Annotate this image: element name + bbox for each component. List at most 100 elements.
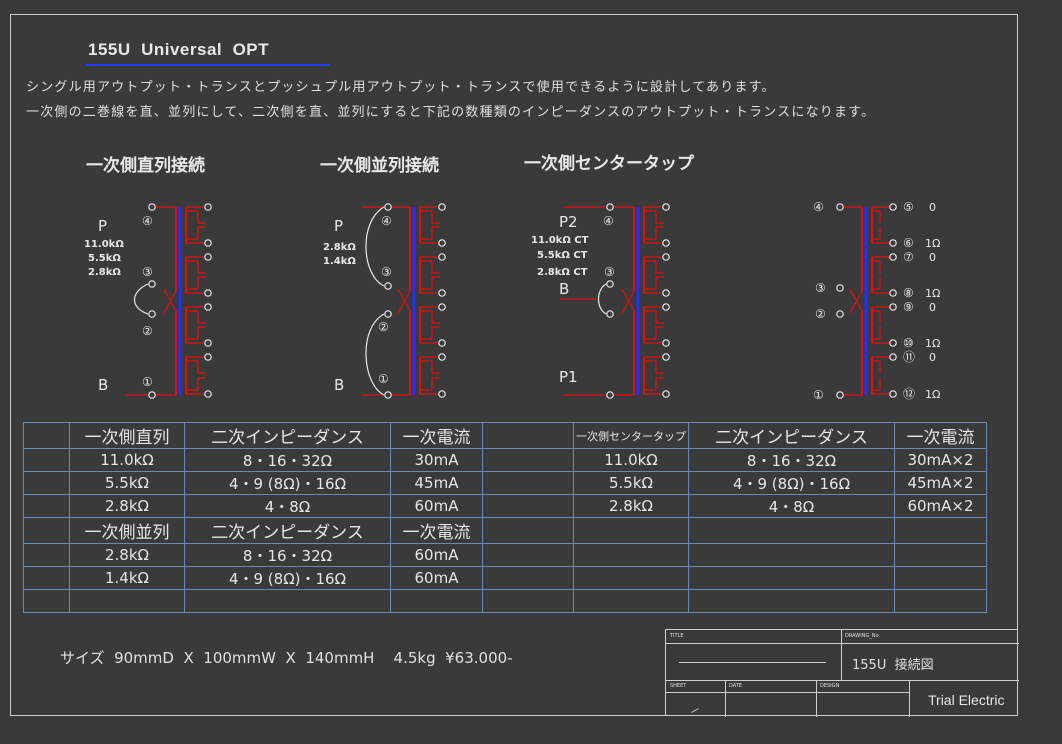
cell: 2.8kΩ xyxy=(573,494,689,518)
terminal xyxy=(438,253,446,261)
wire xyxy=(163,288,177,312)
parallel-pin-3: ③ xyxy=(381,265,392,279)
parallel-imp-1: 2.8kΩ xyxy=(323,242,356,253)
cell: 4・9 (8Ω)・16Ω xyxy=(688,471,895,495)
terminal xyxy=(606,203,614,211)
terminal xyxy=(204,203,212,211)
cell: 4・8Ω xyxy=(184,494,391,518)
cell: 60mA×2 xyxy=(894,494,987,518)
cell: 4・9 (8Ω)・16Ω xyxy=(184,566,391,590)
terminal xyxy=(204,303,212,311)
center-p2-label: P2 xyxy=(559,213,578,231)
wire xyxy=(621,290,635,314)
title-label: TITLE xyxy=(670,633,684,639)
wire xyxy=(163,290,177,314)
cell: 60mA xyxy=(390,494,483,518)
center-imp-2: 5.5kΩ CT xyxy=(537,250,588,261)
header-series: 一次側直列 xyxy=(69,422,185,449)
header-center-current: 一次電流 xyxy=(894,422,987,449)
wire xyxy=(849,288,863,312)
series-pin-3: ③ xyxy=(142,265,153,279)
pinout-right-value: 1Ω xyxy=(925,337,940,350)
cell: 60mA xyxy=(390,566,483,590)
series-pin-4: ④ xyxy=(142,214,153,228)
date-label: DATE xyxy=(729,683,743,689)
terminal xyxy=(889,239,897,247)
terminal xyxy=(662,239,670,247)
terminal xyxy=(606,391,614,399)
cell: 8・16・32Ω xyxy=(184,543,391,567)
series-pin-1: ① xyxy=(142,375,153,389)
pinout-right-value: 0 xyxy=(929,351,936,364)
series-p-label: P xyxy=(98,217,107,235)
wire xyxy=(397,288,411,312)
cell: 1.4kΩ xyxy=(69,566,185,590)
series-imp-2: 5.5kΩ xyxy=(88,253,121,264)
pinout-right-pin: ⑩ xyxy=(903,336,914,350)
header-parallel-secondary: 二次インピーダンス xyxy=(184,517,391,544)
terminal xyxy=(662,303,670,311)
drawing-no-label: DRAWING_No. xyxy=(845,633,881,639)
terminal xyxy=(204,289,212,297)
header-series-secondary: 二次インピーダンス xyxy=(184,422,391,449)
terminal xyxy=(606,280,614,288)
cell: 45mA xyxy=(390,471,483,495)
pinout-right-value: 0 xyxy=(929,301,936,314)
company-name: Trial Electric xyxy=(928,692,1005,708)
pinout-left-pin-3: ③ xyxy=(815,281,826,295)
cell: 30mA xyxy=(390,448,483,472)
pinout-diagram xyxy=(836,203,897,399)
terminal xyxy=(204,339,212,347)
terminal xyxy=(384,310,392,318)
size-spec: サイズ 90mmD X 100mmW X 140mmH 4.5kg ¥63.00… xyxy=(60,649,513,667)
terminal xyxy=(204,353,212,361)
cell: 60mA xyxy=(390,543,483,567)
pinout-right-value: 1Ω xyxy=(925,237,940,250)
terminal xyxy=(662,253,670,261)
center-imp-1: 11.0kΩ CT xyxy=(531,235,589,246)
terminal xyxy=(836,203,844,211)
terminal xyxy=(889,203,897,211)
title-block: TITLE DRAWING_No. 155U 接続図 SHEET DATE DE… xyxy=(665,629,1019,717)
cell: 4・9 (8Ω)・16Ω xyxy=(184,471,391,495)
terminal xyxy=(836,284,844,292)
cell: 8・16・32Ω xyxy=(688,448,895,472)
wiring-diagrams: P 11.0kΩ 5.5kΩ 2.8kΩ ④ ③ ② ① B P 2.8kΩ 1… xyxy=(84,200,940,402)
cell: 8・16・32Ω xyxy=(184,448,391,472)
sheet-label: SHEET xyxy=(670,683,687,689)
table-row xyxy=(23,589,987,613)
table-row: 一次側直列 二次インピーダンス 一次電流 一次側センタータップ 二次インピーダン… xyxy=(23,422,987,449)
terminal xyxy=(836,391,844,399)
terminal xyxy=(384,391,392,399)
header-center-tap: 一次側センタータップ xyxy=(573,422,689,449)
terminal xyxy=(836,310,844,318)
terminal xyxy=(384,282,392,290)
pinout-right-pin: ⑫ xyxy=(903,387,915,401)
wire xyxy=(621,288,635,312)
pinout-right-pin: ⑪ xyxy=(903,350,915,364)
terminal xyxy=(606,310,614,318)
table-row: 11.0kΩ 8・16・32Ω 30mA 11.0kΩ 8・16・32Ω 30m… xyxy=(23,448,987,472)
terminal xyxy=(889,303,897,311)
pinout-right-pin: ⑥ xyxy=(903,236,914,250)
terminal xyxy=(889,353,897,361)
wire xyxy=(397,290,411,314)
center-imp-3: 2.8kΩ CT xyxy=(537,267,588,278)
series-imp-3: 2.8kΩ xyxy=(88,267,121,278)
terminal xyxy=(438,339,446,347)
series-connection-diagram xyxy=(126,203,212,399)
center-pin-4: ④ xyxy=(603,214,614,228)
drawing-number: 155U 接続図 xyxy=(852,658,934,673)
terminal xyxy=(889,339,897,347)
pinout-right-pin: ⑤ xyxy=(903,200,914,214)
table-row: 1.4kΩ 4・9 (8Ω)・16Ω 60mA xyxy=(23,566,987,590)
wire xyxy=(849,290,863,314)
parallel-pin-2: ② xyxy=(378,320,389,334)
terminal xyxy=(438,289,446,297)
cell: 5.5kΩ xyxy=(69,471,185,495)
terminal xyxy=(148,310,156,318)
terminal xyxy=(662,203,670,211)
terminal xyxy=(662,353,670,361)
terminal xyxy=(148,203,156,211)
center-b-label: B xyxy=(559,280,569,298)
